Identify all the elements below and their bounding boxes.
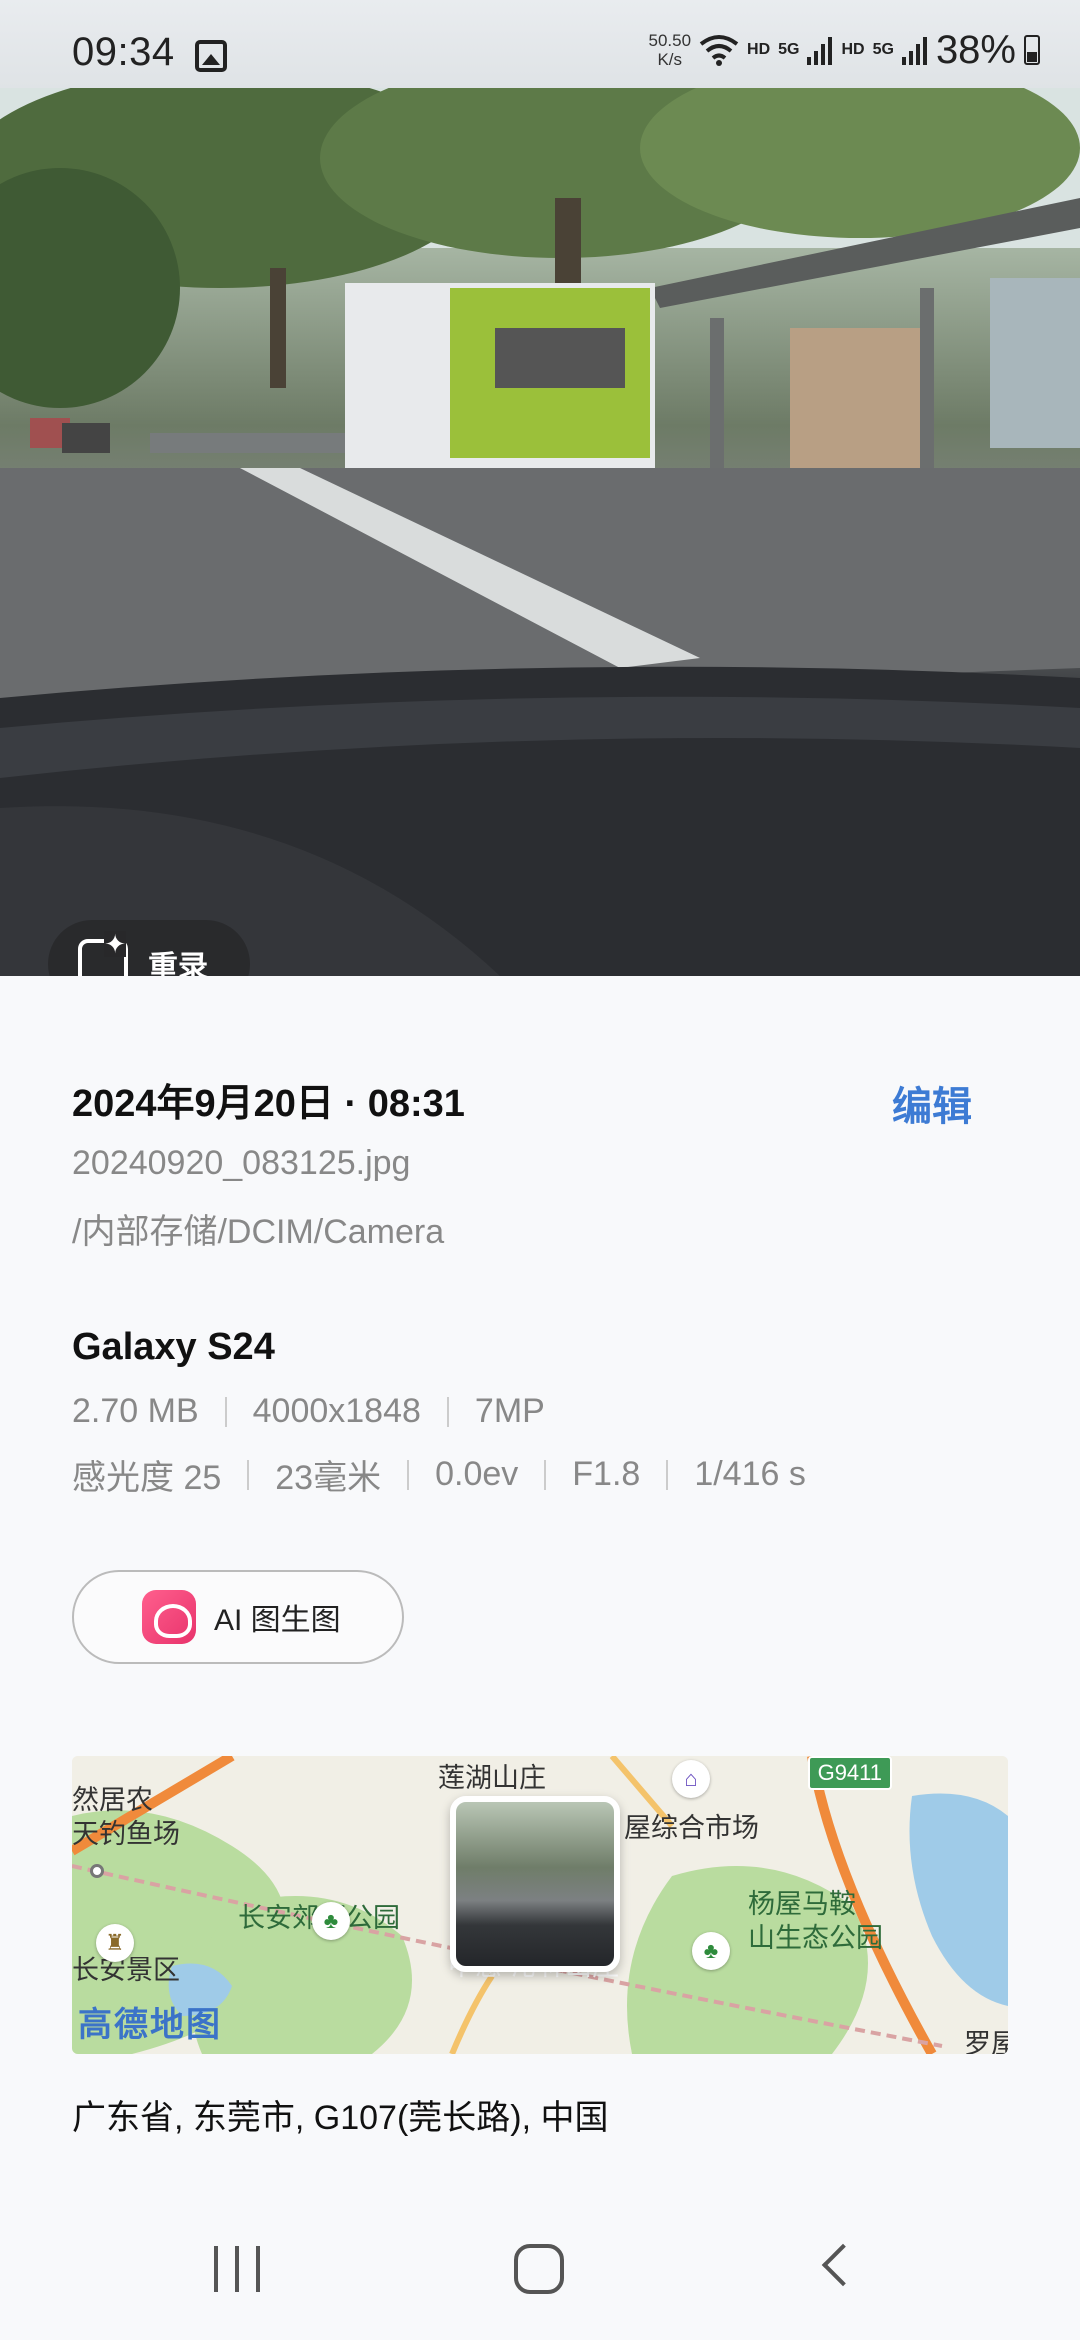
battery-percentage: 38% [935, 27, 1016, 72]
status-indicators: 50.50 K/s HD 5G HD 5G 38% [648, 22, 1040, 78]
recent-apps-icon [256, 2246, 260, 2292]
file-name: 20240920_083125.jpg [72, 1144, 411, 1182]
re-record-button[interactable]: 重录 [48, 920, 250, 976]
location-address[interactable]: 广东省, 东莞市, G107(莞长路), 中国 [72, 2090, 609, 2139]
status-time: 09:34 [72, 30, 175, 74]
market-poi-icon: ⌂ [672, 1760, 710, 1798]
ai-button-label: AI 图生图 [214, 1604, 341, 1637]
map-photo-thumbnail[interactable] [450, 1796, 620, 1972]
photo-scene [0, 88, 1080, 976]
map-label: 山生态公园 [748, 1923, 883, 1953]
back-button[interactable] [821, 2243, 865, 2287]
divider [446, 1396, 449, 1427]
recent-apps-button[interactable] [214, 2246, 260, 2292]
highway-tag: G9411 [807, 1756, 892, 1790]
sim1-network-type: 5G [778, 41, 800, 58]
file-path: /内部存储/DCIM/Camera [72, 1213, 445, 1251]
divider [247, 1459, 250, 1490]
map-label: 天钓鱼场 [72, 1819, 180, 1849]
ai-edit-sparkle-icon [78, 931, 128, 976]
ai-app-icon [142, 1590, 196, 1644]
network-speed-value: 50.50 [648, 31, 692, 50]
park-poi-icon: ♣ [312, 1902, 350, 1940]
exposure-compensation: 0.0ev [435, 1455, 519, 1493]
map-label: 屋综合市场 [624, 1813, 759, 1843]
status-bar: 09:34 50.50 K/s HD 5G HD 5G 38% [0, 0, 1080, 88]
network-speed: 50.50 K/s [648, 31, 691, 69]
navigation-bar [0, 2200, 1080, 2340]
location-map[interactable]: 莲湖山庄 然居农 天钓鱼场 屋综合市场 长安郊野公园 长安景区 中惠·沁林山庄 … [72, 1756, 1008, 2054]
ai-image-to-image-button[interactable]: AI 图生图 [72, 1570, 404, 1664]
megapixels: 7MP [474, 1392, 545, 1430]
sim2-network-type: 5G [872, 41, 894, 58]
network-speed-unit: K/s [657, 50, 683, 69]
photo-date-time: 2024年9月20日 · 08:31 [72, 1083, 465, 1125]
aperture: F1.8 [572, 1455, 641, 1493]
file-meta-row: 2.70 MB 4000x1848 7MP [72, 1392, 545, 1431]
file-size: 2.70 MB [72, 1392, 199, 1430]
signal-icon-2 [901, 37, 927, 65]
photo-preview[interactable]: 重录 [0, 88, 1080, 976]
hd-icon-1: HD [747, 41, 771, 58]
edit-button[interactable]: 编辑 [892, 1074, 972, 1132]
map-label: 罗屋 [964, 2029, 1008, 2054]
divider [666, 1459, 669, 1490]
recent-apps-icon [235, 2246, 239, 2292]
location-dot-icon [90, 1864, 104, 1878]
signal-icon-1 [807, 37, 833, 65]
re-record-label: 重录 [148, 951, 208, 976]
camera-device: Galaxy S24 [72, 1326, 275, 1368]
shutter-speed: 1/416 s [694, 1455, 806, 1493]
gallery-notification-icon [195, 40, 227, 72]
iso: 感光度 25 [72, 1459, 222, 1497]
wifi-icon [699, 35, 739, 66]
resolution: 4000x1848 [252, 1392, 421, 1430]
recent-apps-icon [214, 2246, 218, 2292]
hd-icon-2: HD [841, 41, 865, 58]
map-label: 莲湖山庄 [438, 1763, 546, 1793]
divider [224, 1396, 227, 1427]
home-button[interactable] [514, 2244, 564, 2294]
scenic-poi-icon: ♜ [96, 1924, 134, 1962]
divider [544, 1459, 547, 1490]
map-provider-logo: 高德地图 [78, 2006, 222, 2044]
focal-length: 23毫米 [275, 1459, 382, 1497]
exposure-meta-row: 感光度 25 23毫米 0.0ev F1.8 1/416 s [72, 1450, 806, 1499]
park-poi-icon: ♣ [692, 1932, 730, 1970]
battery-icon [1024, 35, 1040, 65]
divider [407, 1459, 410, 1490]
